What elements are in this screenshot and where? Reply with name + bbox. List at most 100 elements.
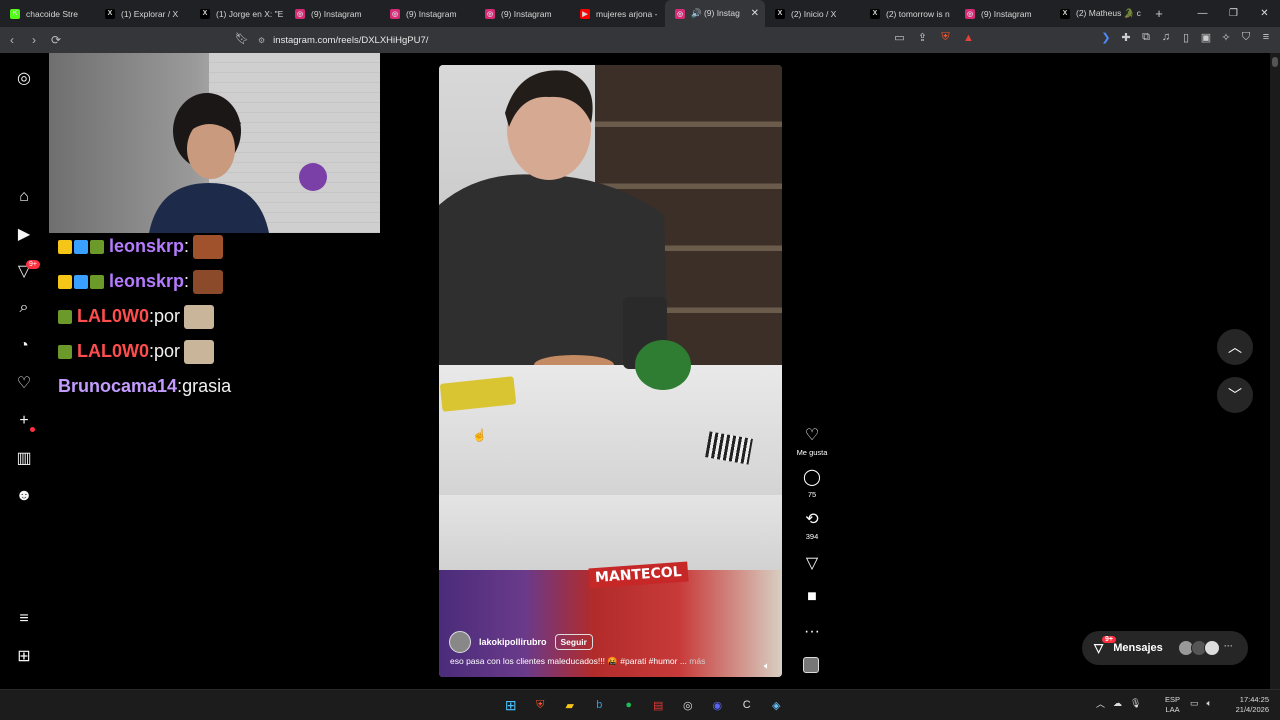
maximize-button[interactable]: ❐ bbox=[1218, 8, 1249, 19]
translate-icon[interactable]: ❯ bbox=[1096, 31, 1116, 44]
forward-icon[interactable]: › bbox=[24, 33, 44, 47]
browser-tab[interactable]: ▶ mujeres arjona - bbox=[570, 0, 665, 27]
brave-icon[interactable]: ⛨ bbox=[526, 695, 556, 715]
chat-message: LAL0W0: por bbox=[58, 299, 231, 334]
browser-tab[interactable]: X (2) Matheus 🐊 c bbox=[1050, 0, 1145, 27]
streaming-app-icon[interactable]: ▤ bbox=[644, 695, 674, 715]
chat-emote bbox=[193, 269, 224, 294]
home-icon[interactable]: ⌂ bbox=[14, 187, 34, 207]
browser-tab[interactable]: X (2) tomorrow is n bbox=[860, 0, 955, 27]
like-button[interactable]: ♡ Me gusta bbox=[790, 425, 834, 457]
menu-icon[interactable]: ≡ bbox=[1256, 31, 1276, 44]
browser-tab[interactable]: ◎ (9) Instagram bbox=[475, 0, 570, 27]
vpn-icon[interactable]: ⛉ bbox=[1236, 31, 1256, 44]
extensions-icon[interactable]: ✚ bbox=[1116, 31, 1136, 44]
reels-icon[interactable]: ▶ bbox=[14, 224, 34, 244]
browser-tab[interactable]: ◎ 🔊 (9) Instag ✕ bbox=[665, 0, 765, 27]
brave-rewards-icon[interactable]: ▲ bbox=[957, 32, 980, 44]
show-hidden-icons-icon[interactable]: ︿ bbox=[1096, 697, 1105, 710]
spotify-icon[interactable]: ● bbox=[614, 695, 644, 715]
author-avatar[interactable] bbox=[449, 631, 471, 653]
bookmark-icon[interactable]: 🔖︎ bbox=[235, 32, 249, 45]
dashboard-icon[interactable]: ▥ bbox=[14, 448, 34, 468]
site-info-icon[interactable]: ⚙ bbox=[258, 36, 265, 45]
start-icon[interactable]: ⊞ bbox=[496, 695, 526, 715]
url-field[interactable]: ⚙ instagram.com/reels/DXLXHiHgPU7/ bbox=[258, 31, 978, 49]
share-button[interactable]: ▽ bbox=[790, 553, 834, 573]
explore-icon[interactable]: ◔ bbox=[14, 336, 34, 356]
steam-icon[interactable]: ◈ bbox=[762, 695, 792, 715]
close-window-button[interactable]: ✕ bbox=[1249, 8, 1280, 19]
chat-username: Brunocama14 bbox=[58, 376, 178, 396]
back-icon[interactable]: ‹ bbox=[2, 33, 22, 47]
browser-tab[interactable]: X (2) Inicio / X bbox=[765, 0, 860, 27]
tab-label: (1) Jorge en X: "E bbox=[216, 8, 284, 19]
language-indicator[interactable]: ESP LAA bbox=[1165, 695, 1180, 715]
browser-tab[interactable]: X (1) Explorar / X bbox=[95, 0, 190, 27]
caption-more-link[interactable]: más bbox=[689, 656, 705, 666]
wallet-icon[interactable]: ▣ bbox=[1196, 31, 1216, 44]
instagram-logo-icon[interactable]: ◎ bbox=[14, 68, 34, 88]
discord-icon[interactable]: ◉ bbox=[703, 695, 733, 715]
author-username[interactable]: lakokipollirubro bbox=[479, 637, 547, 647]
obs-icon[interactable]: ◎ bbox=[673, 695, 703, 715]
more-options-button[interactable]: ··· bbox=[790, 623, 834, 641]
reload-icon[interactable]: ⟳ bbox=[46, 33, 66, 47]
chat-emote bbox=[184, 339, 215, 364]
audio-thumbnail[interactable] bbox=[803, 657, 819, 673]
mute-icon[interactable]: 🔈︎ bbox=[764, 661, 770, 672]
comment-button[interactable]: ◯ 75 bbox=[790, 467, 834, 499]
browser-tab[interactable]: Kchacoide Stre bbox=[0, 0, 95, 27]
chat-separator: : bbox=[184, 236, 190, 256]
reel-video[interactable]: MANTECOL lakokipollirubro Seguir eso pas… bbox=[439, 65, 782, 677]
microphone-icon[interactable]: 🎙︎ bbox=[1130, 698, 1141, 709]
new-tab-button[interactable]: + bbox=[1149, 6, 1169, 21]
volume-icon[interactable]: 🔈︎ bbox=[1207, 698, 1212, 709]
chat-emote bbox=[184, 304, 215, 329]
profile-avatar-icon[interactable]: ☻ bbox=[14, 486, 34, 506]
create-icon[interactable]: + bbox=[14, 411, 34, 431]
heart-icon[interactable]: ♡ bbox=[14, 373, 34, 393]
chat-badges bbox=[58, 274, 106, 289]
search-icon[interactable]: ⌕ bbox=[14, 298, 34, 318]
messages-button[interactable]: ▽ 9+ Mensajes ··· bbox=[1082, 631, 1248, 665]
tab-favicon-icon: ◎ bbox=[295, 8, 305, 19]
reel-author: lakokipollirubro Seguir bbox=[449, 631, 593, 653]
browser-tab[interactable]: X (1) Jorge en X: "E bbox=[190, 0, 285, 27]
tab-label: mujeres arjona - bbox=[596, 8, 658, 19]
next-reel-button[interactable]: ﹀ bbox=[1217, 377, 1253, 413]
chat-message: leonskrp: bbox=[58, 264, 231, 299]
chat-message: leonskrp: bbox=[58, 229, 231, 264]
cast-icon[interactable]: ▭ bbox=[888, 31, 911, 44]
also-from-meta-icon[interactable]: ⊞ bbox=[14, 646, 34, 666]
clock[interactable]: 17:44:25 21/4/2026 bbox=[1225, 695, 1269, 715]
ccleaner-icon[interactable]: C bbox=[732, 695, 762, 715]
sidebar-icon[interactable]: ▯ bbox=[1176, 31, 1196, 44]
bing-icon[interactable]: b bbox=[585, 695, 615, 715]
media-icon[interactable]: ♫ bbox=[1156, 31, 1176, 44]
more-menu-icon[interactable]: ≡ bbox=[14, 609, 34, 629]
plant bbox=[635, 340, 691, 390]
mouse-cursor-icon: ☝ bbox=[472, 428, 487, 442]
tab-favicon-icon: ▶ bbox=[580, 8, 590, 19]
browser-tab[interactable]: ◎ (9) Instagram bbox=[380, 0, 475, 27]
close-tab-icon[interactable]: ✕ bbox=[751, 8, 759, 19]
previous-reel-button[interactable]: ︿ bbox=[1217, 329, 1253, 365]
follow-button[interactable]: Seguir bbox=[554, 634, 593, 650]
share-icon[interactable]: ⇪ bbox=[911, 31, 934, 44]
repost-button[interactable]: ⟲ 394 bbox=[790, 509, 834, 541]
leo-ai-icon[interactable]: ✧ bbox=[1216, 31, 1236, 44]
file-explorer-icon[interactable]: ▰ bbox=[555, 695, 585, 715]
brave-shield-icon[interactable]: ⛨ bbox=[934, 31, 957, 44]
save-button[interactable]: ■ bbox=[790, 588, 834, 606]
display-icon[interactable]: ▭ bbox=[1190, 698, 1199, 709]
chat-username: LAL0W0 bbox=[77, 306, 149, 326]
page-scrollbar[interactable] bbox=[1270, 53, 1280, 689]
browser-tab[interactable]: ◎ (9) Instagram bbox=[955, 0, 1050, 27]
browser-tab[interactable]: ◎ (9) Instagram bbox=[285, 0, 380, 27]
onedrive-icon[interactable]: ☁ bbox=[1113, 698, 1122, 709]
badge-icon bbox=[58, 274, 72, 289]
tab-label: (9) Instagram bbox=[981, 8, 1032, 19]
minimize-button[interactable]: — bbox=[1187, 8, 1218, 19]
screenshot-icon[interactable]: ⧉ bbox=[1136, 31, 1156, 44]
